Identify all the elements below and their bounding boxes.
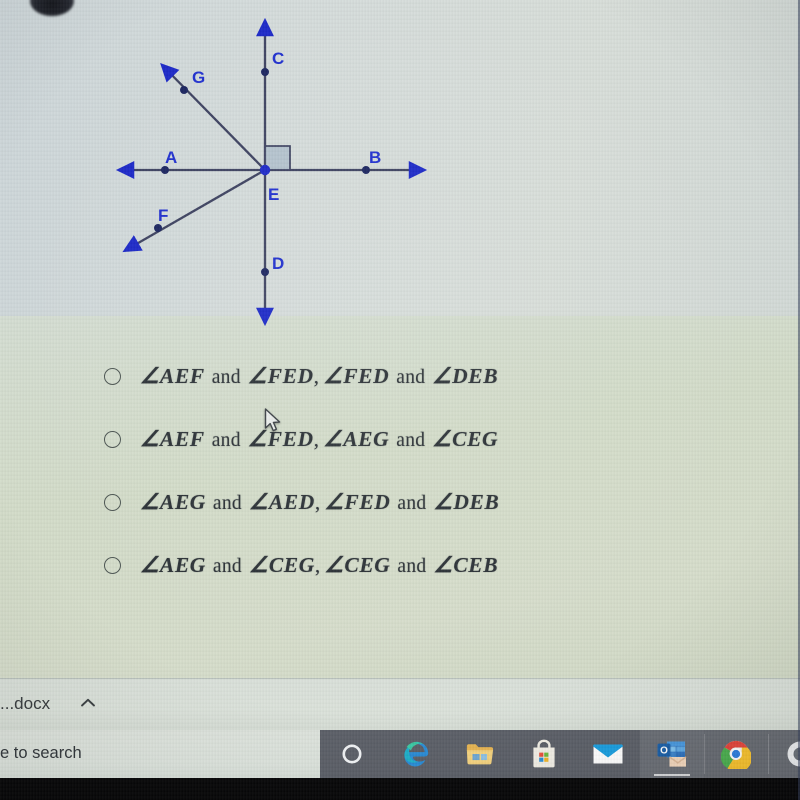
download-bar: ...docx	[0, 678, 800, 731]
svg-text:O: O	[660, 746, 668, 757]
chevron-up-icon[interactable]	[78, 693, 98, 713]
answer-option-4[interactable]: ∠AEG and ∠CEG, ∠CEG and ∠CEB	[0, 534, 800, 597]
download-file-label[interactable]: ...docx	[0, 694, 50, 714]
radio-button-4[interactable]	[104, 557, 121, 574]
point-b-dot	[362, 166, 370, 174]
point-a-dot	[161, 166, 169, 174]
google-chrome-icon	[721, 740, 751, 769]
ray-eg	[160, 63, 266, 171]
answer-option-4-text: ∠AEG and ∠CEG, ∠CEG and ∠CEB	[140, 553, 499, 577]
point-g-dot	[180, 86, 188, 94]
answer-option-2-text: ∠AEF and ∠FED, ∠AEG and ∠CEG	[140, 427, 499, 451]
taskbar-icon-strip: O	[320, 730, 800, 778]
file-explorer-button[interactable]	[448, 730, 512, 778]
mouse-cursor-icon	[264, 408, 281, 432]
point-d-dot	[261, 268, 269, 276]
label-g: G	[192, 68, 205, 87]
geometry-diagram: C G A B E F D	[95, 0, 455, 345]
mail-button[interactable]	[576, 730, 640, 778]
chrome-button[interactable]	[704, 730, 768, 778]
edge-button[interactable]	[384, 730, 448, 778]
answer-option-3-text: ∠AEG and ∠AED, ∠FED and ∠DEB	[140, 490, 500, 514]
partial-app-button[interactable]	[768, 730, 800, 778]
cortana-button[interactable]	[320, 730, 384, 778]
outlook-button[interactable]: O	[640, 730, 704, 778]
outlook-icon: O	[657, 741, 687, 767]
label-e: E	[268, 185, 279, 204]
radio-button-2[interactable]	[104, 431, 121, 448]
answer-option-1-text: ∠AEF and ∠FED, ∠FED and ∠DEB	[140, 364, 499, 388]
microsoft-edge-icon	[404, 741, 429, 767]
answer-option-1[interactable]: ∠AEF and ∠FED, ∠FED and ∠DEB	[0, 345, 800, 408]
label-f: F	[158, 206, 168, 225]
point-e-dot	[259, 164, 271, 176]
screen-bottom-bezel	[0, 778, 800, 800]
ray-ef	[122, 169, 266, 253]
screen-photo: C G A B E F D ∠AEF and ∠FED, ∠FED and ∠DEB ∠A…	[0, 0, 800, 800]
label-a: A	[165, 148, 177, 167]
answer-options-list: ∠AEF and ∠FED, ∠FED and ∠DEB ∠AEF and ∠FED, ∠AEG…	[0, 345, 800, 597]
microsoft-store-icon	[533, 739, 555, 768]
taskbar-search-box[interactable]: e to search	[0, 730, 320, 778]
label-d: D	[272, 254, 284, 273]
windows-taskbar: e to search O	[0, 730, 800, 778]
answer-option-2[interactable]: ∠AEF and ∠FED, ∠AEG and ∠CEG	[0, 408, 800, 471]
point-c-dot	[261, 68, 269, 76]
mail-envelope-icon	[592, 744, 624, 764]
label-b: B	[369, 148, 381, 167]
label-c: C	[272, 49, 284, 68]
point-f-dot	[154, 224, 162, 232]
radio-button-1[interactable]	[104, 368, 121, 385]
file-explorer-icon	[466, 744, 494, 765]
microsoft-store-button[interactable]	[512, 730, 576, 778]
radio-button-3[interactable]	[104, 494, 121, 511]
answer-option-3[interactable]: ∠AEG and ∠AED, ∠FED and ∠DEB	[0, 471, 800, 534]
cortana-circle-icon	[342, 744, 362, 764]
search-placeholder-text: e to search	[0, 744, 82, 762]
